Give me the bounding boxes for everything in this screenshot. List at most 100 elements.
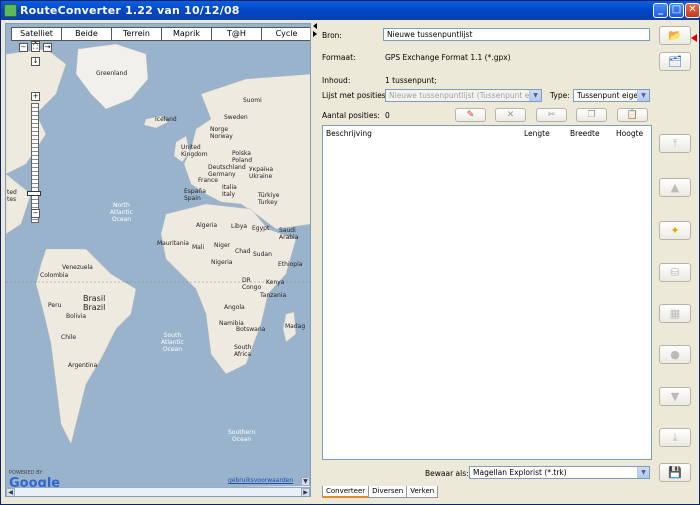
minimize-button[interactable]: _: [653, 3, 668, 18]
inhoud-label: Inhoud:: [322, 76, 351, 85]
dummy-button-1[interactable]: ⛁: [659, 263, 691, 282]
column-beschrijving[interactable]: Beschrijving: [326, 129, 372, 138]
paste-button[interactable]: 📋: [617, 108, 648, 122]
pane-splitter[interactable]: [312, 23, 318, 497]
aantal-label: Aantal posities:: [322, 111, 380, 120]
label-kenya: Kenya: [266, 279, 285, 286]
label-suomi: Suomi: [243, 97, 262, 104]
formaat-value: GPS Exchange Format 1.1 (*.gpx): [385, 53, 511, 62]
delete-button[interactable]: ✕: [495, 108, 526, 122]
pointer-arrow-icon: [691, 34, 697, 42]
edit-button[interactable]: ✎: [455, 108, 486, 122]
application-window: RouteConverter 1.22 van 10/12/08 _ □ ✕ S…: [0, 0, 700, 505]
label-ukraine: Україна Ukraine: [249, 166, 274, 180]
label-southern-ocean: Southern Ocean: [228, 429, 256, 443]
label-sudan: Sudan: [253, 251, 272, 258]
world-map[interactable]: [6, 24, 311, 497]
label-south-africa: South Africa: [234, 344, 252, 358]
label-deutschland: Deutschland Germany: [208, 164, 246, 178]
label-bolivia: Bolivia: [66, 313, 87, 320]
label-turkiye: Türkiye Turkey: [258, 192, 280, 206]
bewaar-label: Bewaar als:: [425, 469, 469, 478]
zoom-slider-knob[interactable]: [27, 191, 41, 196]
label-polska: Polska Poland: [232, 150, 253, 164]
pan-right-button[interactable]: →: [43, 43, 52, 52]
map-tab-tah[interactable]: T@H: [211, 27, 262, 41]
pan-center-button[interactable]: ⛶: [31, 43, 40, 52]
table-icon: ▦: [669, 307, 681, 320]
label-norge: Norge Norway: [210, 126, 233, 140]
maximize-button[interactable]: □: [669, 3, 684, 18]
move-up-icon: ▲: [670, 181, 680, 194]
zoom-in-button[interactable]: +: [31, 92, 40, 101]
chevron-down-icon: ▼: [637, 90, 649, 101]
move-top-icon: ⤒: [672, 137, 678, 150]
move-top-button[interactable]: ⤒: [659, 134, 691, 153]
label-colombia: Colombia: [40, 272, 69, 279]
new-position-icon: ✦: [670, 224, 680, 237]
scroll-right-icon[interactable]: ▶: [301, 488, 310, 496]
pencil-icon: ✎: [466, 110, 475, 120]
tab-converteer[interactable]: Converteer: [322, 486, 370, 498]
bron-label: Bron:: [322, 31, 342, 40]
move-up-button[interactable]: ▲: [659, 178, 691, 197]
lijst-select[interactable]: Nieuwe tussenpuntlijst (Tussenpunt eigen…: [385, 89, 542, 102]
save-icon: 💾: [668, 466, 682, 479]
move-bottom-button[interactable]: ⤓: [659, 428, 691, 447]
label-chad: Chad: [235, 248, 251, 255]
map-tab-cycle[interactable]: Cycle: [261, 27, 310, 41]
pan-down-button[interactable]: ↓: [31, 57, 40, 66]
column-lengte[interactable]: Lengte: [524, 129, 550, 138]
label-niger: Niger: [214, 242, 231, 249]
map-tab-maprik[interactable]: Maprik: [161, 27, 212, 41]
type-label: Type:: [550, 91, 570, 100]
new-position-button[interactable]: ✦: [659, 221, 691, 240]
close-button[interactable]: ✕: [685, 3, 700, 18]
column-hoogte[interactable]: Hoogte: [616, 129, 643, 138]
map-type-tabs: Satelliet Beide Terrein Maprik T@H Cycle: [11, 27, 310, 41]
map-horizontal-scrollbar[interactable]: ◀ ▶: [6, 487, 310, 496]
lijst-label: Lijst met posities:: [322, 91, 389, 100]
scroll-left-icon[interactable]: ◀: [6, 488, 15, 496]
collapse-left-icon[interactable]: [313, 23, 317, 29]
zoom-out-small-button[interactable]: −: [19, 43, 28, 52]
label-egypt: Egypt: [252, 225, 270, 232]
map-scroll-down-icon[interactable]: ▼: [301, 477, 310, 486]
tab-verken[interactable]: Verken: [406, 486, 439, 498]
map-view[interactable]: Satelliet Beide Terrein Maprik T@H Cycle…: [5, 23, 311, 497]
chevron-down-icon: ▼: [637, 467, 649, 478]
label-algeria: Algeria: [196, 222, 218, 229]
bewaar-select[interactable]: Magellan Explorist (*.trk) ▼: [469, 466, 650, 479]
dummy-button-3[interactable]: ●: [659, 345, 691, 364]
bottom-tabs: Converteer Diversen Verken: [322, 486, 439, 498]
bewaar-select-value: Magellan Explorist (*.trk): [473, 468, 567, 477]
x-icon: ✕: [506, 110, 515, 120]
append-button[interactable]: 🗂: [659, 52, 691, 71]
label-nigeria: Nigeria: [211, 259, 233, 266]
label-italia: Italia Italy: [222, 184, 237, 198]
map-tab-satelliet[interactable]: Satelliet: [11, 27, 62, 41]
app-icon: [4, 4, 17, 17]
zoom-out-button[interactable]: −: [31, 209, 40, 218]
save-button[interactable]: 💾: [659, 463, 691, 482]
positions-table[interactable]: Beschrijving Lengte Breedte Hoogte: [322, 125, 652, 460]
column-breedte[interactable]: Breedte: [570, 129, 600, 138]
dummy-button-2[interactable]: ▦: [659, 304, 691, 323]
terms-link[interactable]: gebruiksvoorwaarden: [228, 477, 293, 484]
bron-input[interactable]: Nieuwe tussenpuntlijst: [383, 28, 650, 41]
cut-button[interactable]: ✂: [536, 108, 567, 122]
zoom-slider[interactable]: [31, 103, 39, 223]
label-north-atlantic: North Atlantic Ocean: [110, 202, 133, 223]
collapse-right-icon[interactable]: [313, 31, 317, 37]
copy-button[interactable]: ❐: [576, 108, 607, 122]
open-button[interactable]: 📂: [659, 26, 691, 45]
map-tab-beide[interactable]: Beide: [61, 27, 112, 41]
label-angola: Angola: [224, 304, 245, 311]
label-venezuela: Venezuela: [62, 264, 93, 271]
label-south-atlantic: South Atlantic Ocean: [161, 332, 184, 353]
map-tab-terrein[interactable]: Terrein: [111, 27, 162, 41]
move-down-button[interactable]: ▼: [659, 387, 691, 406]
tab-diversen[interactable]: Diversen: [368, 486, 408, 498]
type-select[interactable]: Tussenpunt eigen ▼: [573, 89, 650, 102]
move-down-icon: ▼: [670, 390, 680, 403]
